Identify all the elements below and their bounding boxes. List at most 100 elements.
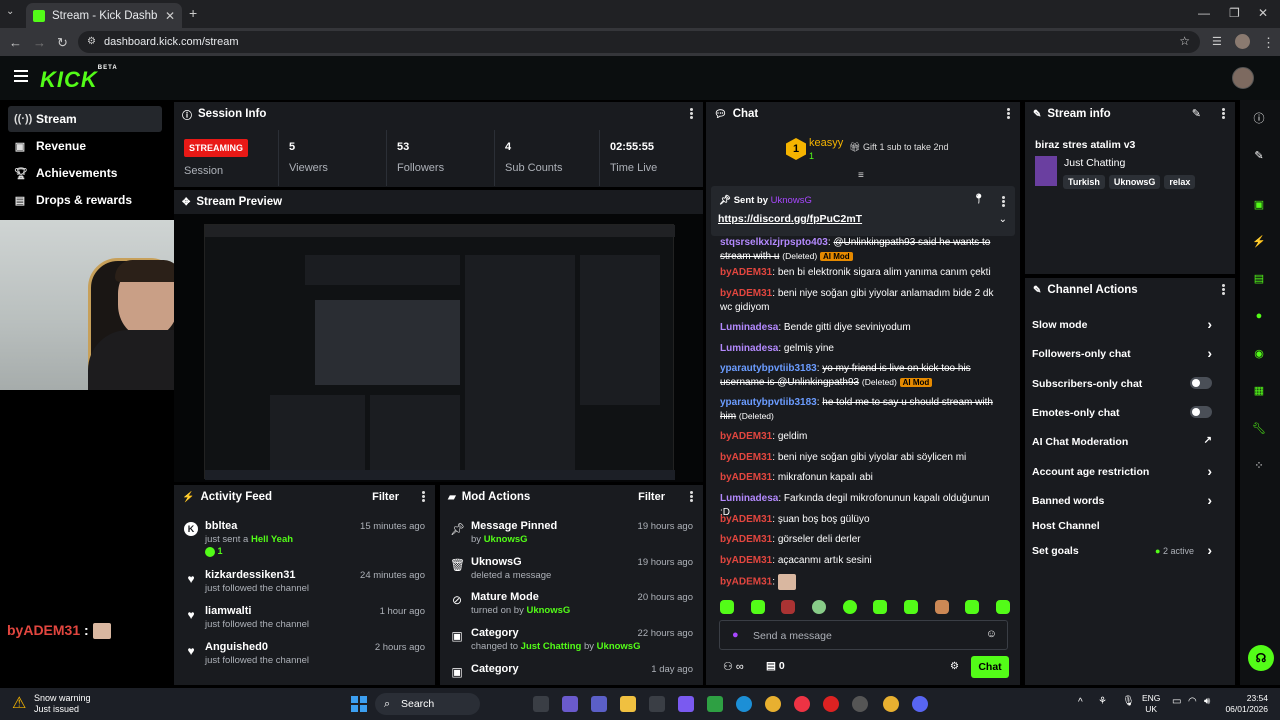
edge-icon[interactable]: [736, 696, 752, 712]
info-icon[interactable]: ⓘ: [1248, 107, 1270, 129]
taskbar-search[interactable]: ⌕ Search: [375, 693, 480, 715]
profile-avatar[interactable]: [1235, 34, 1250, 49]
opera-gx-icon[interactable]: [823, 696, 839, 712]
apps-icon[interactable]: ⁘: [1248, 454, 1270, 476]
lightning-icon[interactable]: ⚡: [1248, 230, 1270, 252]
collapse-icon[interactable]: ≡: [858, 170, 864, 181]
microphone-icon[interactable]: ●: [732, 629, 739, 641]
chrome-icon[interactable]: [765, 696, 781, 712]
sidebar-item-stream[interactable]: ((·)) Stream: [8, 106, 162, 132]
more-options-icon[interactable]: [1222, 284, 1225, 295]
tag[interactable]: UknowsG: [1108, 175, 1161, 189]
task-view-icon[interactable]: [533, 696, 549, 712]
chat-message[interactable]: byADEM31:: [720, 574, 1002, 590]
bookmark-star-icon[interactable]: ☆: [1179, 34, 1190, 48]
edit-stream-info-icon[interactable]: ✎: [1192, 107, 1201, 120]
chat-icon[interactable]: ●: [1248, 305, 1270, 327]
site-info-icon[interactable]: ⚙: [87, 36, 96, 47]
action-host-channel[interactable]: Host Channel: [1032, 520, 1222, 532]
emote-icon[interactable]: [750, 600, 765, 614]
support-icon[interactable]: ☊: [1248, 645, 1274, 671]
emoji-icon[interactable]: ☺: [986, 628, 997, 640]
chevron-down-icon[interactable]: ⌄: [999, 214, 1007, 225]
list-item[interactable]: ⊘ Mature Mode 20 hours ago turned on by …: [440, 591, 703, 621]
new-tab-icon[interactable]: +: [189, 5, 197, 21]
unpin-icon[interactable]: 📍︎: [972, 194, 985, 205]
emote-icon[interactable]: [811, 600, 826, 614]
opera-icon[interactable]: [794, 696, 810, 712]
pinned-link[interactable]: https://discord.gg/fpPuC2mT: [718, 213, 862, 225]
category-name[interactable]: Just Chatting: [1064, 157, 1125, 169]
chat-input[interactable]: ● Send a message ☺: [719, 620, 1008, 650]
broadcast-icon[interactable]: ◉: [1248, 342, 1270, 364]
discord-icon[interactable]: [912, 696, 928, 712]
gift-cta[interactable]: 🎁︎ Gift 1 sub to take 2nd: [849, 142, 949, 153]
copilot-icon[interactable]: [562, 696, 578, 712]
filter-button[interactable]: Filter: [372, 491, 399, 503]
action-subscribers-only[interactable]: Subscribers-only chat: [1032, 377, 1222, 390]
windows-start-icon[interactable]: [351, 696, 367, 712]
chat-message[interactable]: byADEM31: beni niye soğan gibi yiyolar a…: [720, 287, 1002, 314]
chrome-active-icon[interactable]: [883, 696, 899, 712]
xbox-icon[interactable]: [707, 696, 723, 712]
tab-list-icon[interactable]: ⌄: [6, 6, 14, 17]
list-item[interactable]: K bbltea 15 minutes ago just sent a Hell…: [174, 520, 435, 557]
emote-icon[interactable]: [720, 600, 734, 614]
action-followers-only[interactable]: Followers-only chat ›: [1032, 345, 1222, 361]
points-display[interactable]: ▤ 0: [766, 660, 785, 672]
layout-icon[interactable]: ▦: [1248, 379, 1270, 401]
chat-message[interactable]: yparautybpvtiib3183: yo my friend is liv…: [720, 362, 1002, 389]
volume-icon[interactable]: 🔊︎: [1204, 696, 1210, 707]
send-chat-button[interactable]: Chat: [971, 656, 1009, 678]
close-tab-icon[interactable]: ✕: [165, 9, 175, 23]
gifter-name[interactable]: keasyy: [809, 137, 843, 149]
chat-message[interactable]: byADEM31: şuan boş boş gülüyo: [720, 513, 1002, 527]
more-options-icon[interactable]: [422, 491, 425, 502]
clipboard-icon[interactable]: ▤: [1248, 267, 1270, 289]
steam-icon[interactable]: [852, 696, 868, 712]
edit-icon[interactable]: ✎: [1248, 144, 1270, 166]
tag[interactable]: Turkish: [1063, 175, 1105, 189]
url-field[interactable]: ⚙ dashboard.kick.com/stream ☆: [78, 31, 1200, 53]
network-icon[interactable]: ▭: [1172, 696, 1181, 707]
file-explorer-icon[interactable]: [620, 696, 636, 712]
hamburger-menu-icon[interactable]: [14, 70, 28, 82]
people-infinity-icon[interactable]: ⚇ ∞: [723, 660, 744, 673]
forward-icon[interactable]: →: [33, 35, 46, 50]
wifi-icon[interactable]: ◠: [1188, 696, 1197, 707]
action-account-age[interactable]: Account age restriction ›: [1032, 463, 1222, 479]
pinned-message[interactable]: 📌︎ Sent by UknowsG https://discord.gg/fp…: [711, 186, 1015, 236]
chat-message[interactable]: byADEM31: açacanmı artık sesini: [720, 554, 1002, 568]
list-item[interactable]: 🗑︎ UknowsG 19 hours ago deleted a messag…: [440, 556, 703, 586]
action-slow-mode[interactable]: Slow mode ›: [1032, 316, 1222, 332]
microphone-tray-icon[interactable]: 🎙︎: [1122, 696, 1135, 707]
back-icon[interactable]: ←: [9, 35, 22, 50]
action-emotes-only[interactable]: Emotes-only chat: [1032, 406, 1222, 419]
emote-icon[interactable]: [873, 600, 888, 614]
chat-message[interactable]: byADEM31: görseler deli derler: [720, 533, 1002, 547]
chat-message[interactable]: yparautybpvtiib3183: he told me to say u…: [720, 396, 1002, 423]
emote-icon[interactable]: [781, 600, 796, 614]
list-item[interactable]: ▣ Category 1 day ago: [440, 663, 703, 685]
chat-settings-icon[interactable]: ⚙: [950, 661, 959, 672]
chat-message[interactable]: Luminadesa: gelmiş yine: [720, 342, 1002, 356]
filter-button[interactable]: Filter: [638, 491, 665, 503]
list-item[interactable]: ▣ Category 22 hours ago changed to Just …: [440, 627, 703, 657]
weather-widget[interactable]: Snow warning Just issued: [34, 693, 91, 715]
extensions-icon[interactable]: ☰: [1212, 35, 1222, 48]
browser-tab[interactable]: Stream - Kick Dashboard ✕: [26, 3, 182, 28]
emote-icon[interactable]: [995, 600, 1010, 614]
list-item[interactable]: ♥ liamwalti 1 hour ago just followed the…: [174, 605, 435, 635]
chat-message[interactable]: Luminadesa: Bende gitti diye seviniyodum: [720, 321, 1002, 335]
more-options-icon[interactable]: [690, 108, 693, 119]
emote-icon[interactable]: [842, 600, 857, 614]
action-ai-moderation[interactable]: AI Chat Moderation ↗: [1032, 435, 1222, 448]
action-set-goals[interactable]: Set goals ● 2 active ›: [1032, 542, 1222, 558]
store-icon[interactable]: [649, 696, 665, 712]
list-item[interactable]: ♥ kizkardessiken31 24 minutes ago just f…: [174, 569, 435, 599]
app-icon[interactable]: [678, 696, 694, 712]
clock[interactable]: 23:54 06/01/2026: [1220, 693, 1268, 715]
kick-logo[interactable]: KICKBETA: [40, 65, 118, 93]
action-banned-words[interactable]: Banned words ›: [1032, 492, 1222, 508]
tray-chevron-icon[interactable]: ^: [1078, 697, 1083, 708]
